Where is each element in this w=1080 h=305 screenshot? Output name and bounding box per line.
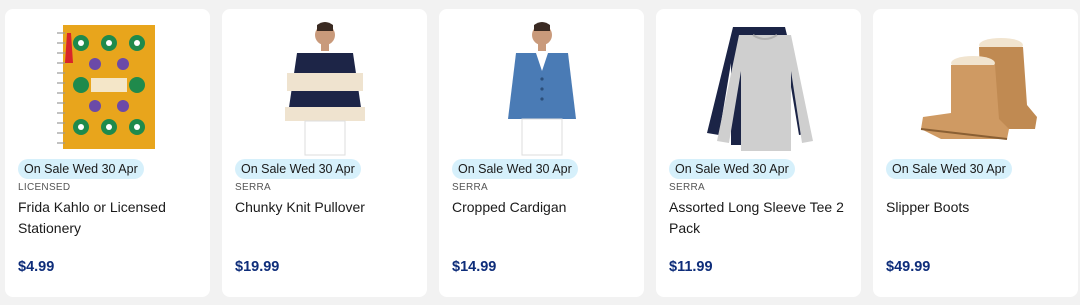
- product-title[interactable]: Assorted Long Sleeve Tee 2 Pack: [669, 197, 849, 238]
- product-image[interactable]: [439, 17, 644, 159]
- product-image[interactable]: [222, 17, 427, 159]
- sale-badge: On Sale Wed 30 Apr: [452, 159, 578, 179]
- product-card-cardigan[interactable]: On Sale Wed 30 Apr SERRA Cropped Cardiga…: [439, 9, 644, 297]
- sale-badge: On Sale Wed 30 Apr: [235, 159, 361, 179]
- sale-badge: On Sale Wed 30 Apr: [18, 159, 144, 179]
- product-title[interactable]: Chunky Knit Pullover: [235, 197, 415, 218]
- brand-label: SERRA: [452, 182, 488, 193]
- product-image[interactable]: [5, 17, 210, 159]
- product-price: $19.99: [235, 259, 280, 275]
- product-grid: On Sale Wed 30 Apr LICENSED Frida Kahlo …: [5, 9, 1078, 297]
- sale-badge: On Sale Wed 30 Apr: [669, 159, 795, 179]
- product-card-tees[interactable]: On Sale Wed 30 Apr SERRA Assorted Long S…: [656, 9, 861, 297]
- product-card-stationery[interactable]: On Sale Wed 30 Apr LICENSED Frida Kahlo …: [5, 9, 210, 297]
- product-title[interactable]: Cropped Cardigan: [452, 197, 632, 218]
- product-title[interactable]: Slipper Boots: [886, 197, 1066, 218]
- product-price: $14.99: [452, 259, 497, 275]
- product-price: $11.99: [669, 259, 713, 275]
- product-card-boots[interactable]: On Sale Wed 30 Apr Slipper Boots $49.99: [873, 9, 1078, 297]
- brand-label: LICENSED: [18, 182, 71, 193]
- product-price: $49.99: [886, 259, 931, 275]
- product-title[interactable]: Frida Kahlo or Licensed Stationery: [18, 197, 198, 238]
- brand-label: SERRA: [235, 182, 271, 193]
- sale-badge: On Sale Wed 30 Apr: [886, 159, 1012, 179]
- product-price: $4.99: [18, 259, 55, 275]
- brand-label: SERRA: [669, 182, 705, 193]
- product-card-pullover[interactable]: On Sale Wed 30 Apr SERRA Chunky Knit Pul…: [222, 9, 427, 297]
- product-image[interactable]: [656, 17, 861, 159]
- product-image[interactable]: [873, 17, 1078, 159]
